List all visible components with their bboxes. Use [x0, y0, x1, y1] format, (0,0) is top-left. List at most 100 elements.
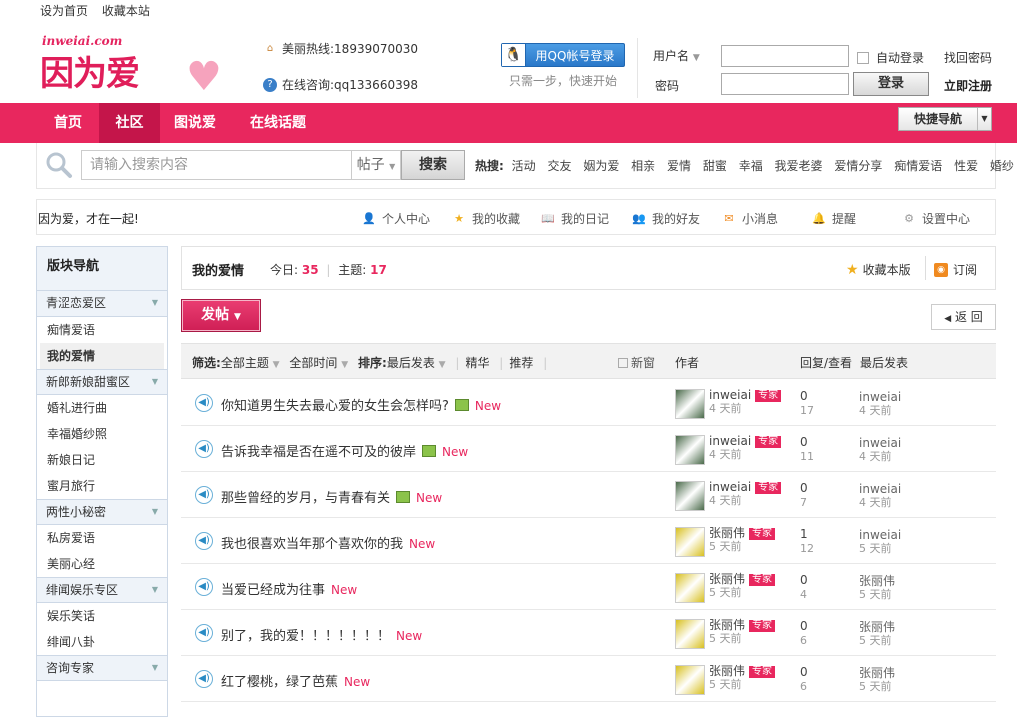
filter-all-time[interactable]: 全部时间 ▼	[289, 356, 348, 370]
filter-recommend[interactable]: 推荐	[509, 356, 533, 370]
menu-messages[interactable]: ✉ 小消息	[722, 210, 778, 227]
rss-subscribe-button[interactable]: ◉ 订阅	[934, 261, 977, 278]
username-label[interactable]: 用户名 ▼	[653, 47, 700, 64]
last-post-user[interactable]: inweiai	[859, 436, 901, 450]
sidebar-item[interactable]: 私房爱语	[37, 525, 167, 551]
table-row[interactable]: ◀) 那些曾经的岁月，与青春有关 New inweiai 专家 4 天前 0 7 inweiai…	[181, 472, 996, 518]
new-window-checkbox[interactable]	[618, 358, 628, 368]
search-input[interactable]: 请输入搜索内容	[81, 150, 351, 180]
author-name[interactable]: 张丽伟	[709, 618, 745, 632]
author-name[interactable]: 张丽伟	[709, 526, 745, 540]
menu-personal-center[interactable]: 👤 个人中心	[362, 210, 430, 227]
last-post-user[interactable]: inweiai	[859, 528, 901, 542]
sidebar-item[interactable]: 痴情爱语	[37, 317, 167, 343]
menu-my-favorites[interactable]: ★ 我的收藏	[452, 210, 520, 227]
thread-title[interactable]: 告诉我幸福是否在遥不可及的彼岸 New	[221, 441, 468, 460]
menu-reminders[interactable]: 🔔 提醒	[812, 210, 856, 227]
hot-word[interactable]: 相亲	[631, 159, 655, 173]
avatar[interactable]	[675, 435, 705, 465]
table-row[interactable]: ◀) 我也很喜欢当年那个喜欢你的我 New 张丽伟 专家 5 天前 1 12 inweiai 5 …	[181, 518, 996, 564]
sidebar-item[interactable]: 娱乐笑话	[37, 603, 167, 629]
sidebar-group[interactable]: 咨询专家 ▼	[37, 655, 167, 681]
qq-login-button[interactable]: 🐧 用QQ帐号登录	[501, 43, 625, 67]
hot-word[interactable]: 姻为爱	[583, 159, 619, 173]
nav-online-topics[interactable]: 在线话题	[250, 103, 306, 143]
set-homepage-link[interactable]: 设为首页	[40, 4, 88, 18]
hot-word[interactable]: 交友	[547, 159, 571, 173]
sidebar-item[interactable]: 美丽心经	[37, 551, 167, 577]
thread-title[interactable]: 那些曾经的岁月，与青春有关 New	[221, 487, 442, 506]
avatar[interactable]	[675, 481, 705, 511]
hot-word[interactable]: 爱情	[667, 159, 691, 173]
avatar[interactable]	[675, 389, 705, 419]
thread-title[interactable]: 当爱已经成为往事 New	[221, 579, 357, 598]
last-post-user[interactable]: 张丽伟	[859, 574, 895, 588]
sort-last-post[interactable]: 最后发表 ▼	[387, 356, 446, 370]
hot-word[interactable]: 幸福	[739, 159, 763, 173]
nav-home[interactable]: 首页	[54, 103, 82, 143]
sidebar-item[interactable]: 蜜月旅行	[37, 473, 167, 499]
last-post-user[interactable]: inweiai	[859, 482, 901, 496]
filter-all-topics[interactable]: 全部主题 ▼	[221, 356, 280, 370]
new-post-button[interactable]: 发帖 ▼	[181, 299, 261, 332]
hot-word[interactable]: 活动	[512, 159, 536, 173]
filter-digest[interactable]: 精华	[465, 356, 489, 370]
avatar[interactable]	[675, 619, 705, 649]
search-type-select[interactable]: 帖子 ▼	[351, 150, 401, 180]
hot-word[interactable]: 爱情分享	[834, 159, 882, 173]
password-input[interactable]	[721, 73, 849, 95]
table-row[interactable]: ◀) 当爱已经成为往事 New 张丽伟 专家 5 天前 0 4 张丽伟 5 天前	[181, 564, 996, 610]
last-post-user[interactable]: 张丽伟	[859, 666, 895, 680]
thread-title[interactable]: 我也很喜欢当年那个喜欢你的我 New	[221, 533, 435, 552]
thread-title[interactable]: 别了，我的爱！！！！！！！ New	[221, 625, 422, 644]
quick-nav-dropdown[interactable]: 快捷导航 ▼	[898, 107, 992, 131]
sidebar-item-current[interactable]: 我的爱情	[40, 343, 164, 369]
register-link[interactable]: 立即注册	[944, 77, 992, 94]
author-name[interactable]: inweiai	[709, 388, 751, 402]
avatar[interactable]	[675, 573, 705, 603]
bookmark-site-link[interactable]: 收藏本站	[102, 4, 150, 18]
avatar[interactable]	[675, 527, 705, 557]
menu-my-friends[interactable]: 👥 我的好友	[632, 210, 700, 227]
site-logo[interactable]: inweiai.com 因为爱 ♥	[38, 32, 228, 100]
nav-picture-love[interactable]: 图说爱	[174, 103, 216, 143]
hot-word[interactable]: 婚纱	[990, 159, 1014, 173]
table-row[interactable]: ◀) 你知道男生失去最心爱的女生会怎样吗? New inweiai 专家 4 天前 0 17 i…	[181, 380, 996, 426]
avatar[interactable]	[675, 665, 705, 695]
sidebar-item[interactable]: 新娘日记	[37, 447, 167, 473]
sidebar-item[interactable]: 婚礼进行曲	[37, 395, 167, 421]
favorite-forum-button[interactable]: ★ 收藏本版	[846, 261, 911, 278]
last-post-user[interactable]: 张丽伟	[859, 620, 895, 634]
sidebar-group[interactable]: 两性小秘密 ▼	[37, 499, 167, 525]
hot-word[interactable]: 痴情爱语	[894, 159, 942, 173]
author-name[interactable]: inweiai	[709, 434, 751, 448]
nav-community[interactable]: 社区	[99, 103, 160, 143]
author-name[interactable]: inweiai	[709, 480, 751, 494]
hot-word[interactable]: 我爱老婆	[775, 159, 823, 173]
author-name[interactable]: 张丽伟	[709, 664, 745, 678]
thread-title[interactable]: 你知道男生失去最心爱的女生会怎样吗? New	[221, 395, 501, 414]
table-row[interactable]: ◀) 别了，我的爱！！！！！！！ New 张丽伟 专家 5 天前 0 6 张丽伟 5 天前	[181, 610, 996, 656]
forgot-password-link[interactable]: 找回密码	[944, 49, 992, 66]
last-post-user[interactable]: inweiai	[859, 390, 901, 404]
sidebar-item[interactable]: 绯闻八卦	[37, 629, 167, 655]
sidebar-group[interactable]: 新郎新娘甜蜜区 ▼	[37, 369, 167, 395]
menu-my-diary[interactable]: 📖 我的日记	[541, 210, 609, 227]
sidebar-group[interactable]: 绯闻娱乐专区 ▼	[37, 577, 167, 603]
table-row[interactable]: ◀) 告诉我幸福是否在遥不可及的彼岸 New inweiai 专家 4 天前 0 11 inwe…	[181, 426, 996, 472]
table-row[interactable]: ◀) 红了樱桃，绿了芭蕉 New 张丽伟 专家 5 天前 0 6 张丽伟 5 天前	[181, 656, 996, 702]
menu-settings[interactable]: ⚙ 设置中心	[902, 210, 970, 227]
back-button[interactable]: ◀ 返 回	[931, 304, 996, 330]
hot-word[interactable]: 性爱	[954, 159, 978, 173]
username-input[interactable]	[721, 45, 849, 67]
login-button[interactable]: 登录	[853, 72, 929, 96]
hot-word[interactable]: 甜蜜	[703, 159, 727, 173]
search-button[interactable]: 搜索	[401, 150, 465, 180]
thread-title[interactable]: 红了樱桃，绿了芭蕉 New	[221, 671, 370, 690]
new-window-toggle[interactable]: 新窗	[618, 354, 655, 371]
sidebar-item[interactable]: 幸福婚纱照	[37, 421, 167, 447]
auto-login-option[interactable]: 自动登录	[857, 49, 924, 66]
sidebar-group[interactable]: 青涩恋爱区 ▼	[37, 291, 167, 317]
auto-login-checkbox[interactable]	[857, 51, 869, 64]
author-name[interactable]: 张丽伟	[709, 572, 745, 586]
